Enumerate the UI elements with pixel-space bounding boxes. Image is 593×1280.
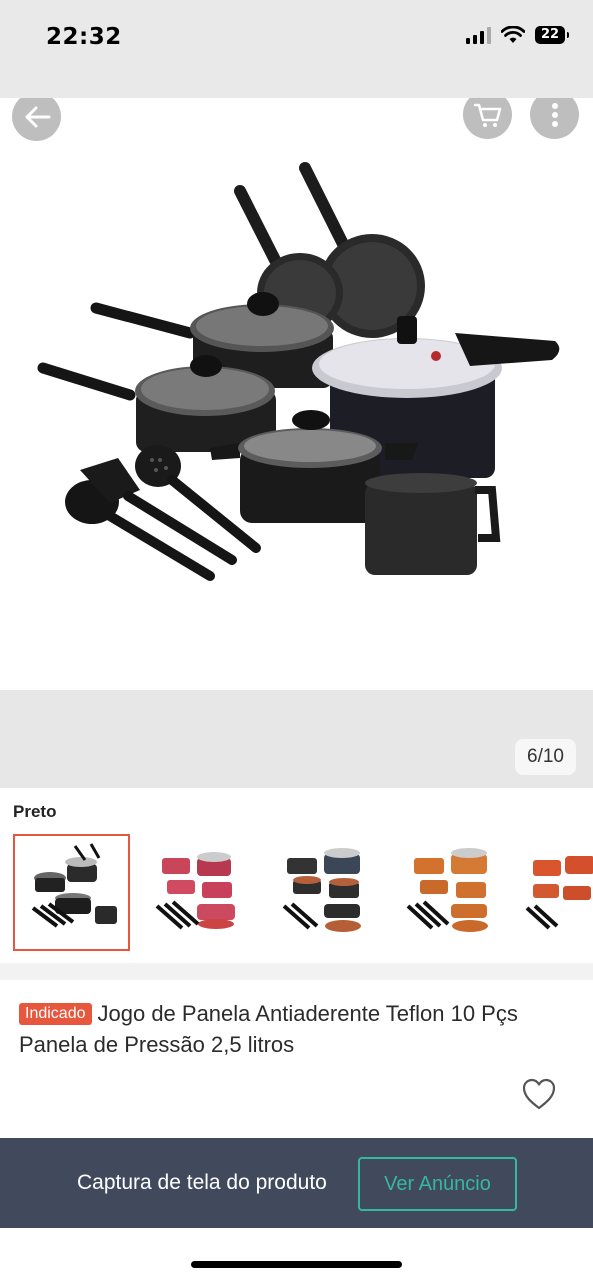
product-info: Indicado Jogo de Panela Antiaderente Tefl… xyxy=(0,980,593,1138)
favorite-button[interactable] xyxy=(521,1077,557,1111)
variant-thumbnails[interactable] xyxy=(13,834,593,951)
cart-icon xyxy=(473,103,501,127)
variant-image xyxy=(406,848,488,932)
battery-icon: 22 xyxy=(535,26,569,44)
image-page-counter: 6/10 xyxy=(515,739,576,775)
recommended-badge: Indicado xyxy=(19,1003,92,1025)
section-divider xyxy=(0,963,593,980)
back-arrow-icon xyxy=(25,106,50,127)
status-icons: 22 xyxy=(466,26,569,44)
heart-icon xyxy=(522,1078,556,1110)
home-indicator[interactable] xyxy=(191,1261,402,1268)
wifi-icon xyxy=(501,26,525,43)
milk-pot xyxy=(365,473,501,575)
status-bar: 22:32 22 xyxy=(0,0,593,98)
view-listing-button[interactable]: Ver Anúncio xyxy=(358,1157,517,1211)
home-area xyxy=(0,1228,593,1280)
variant-image xyxy=(31,843,117,928)
bottom-action-bar: Captura de tela do produto Ver Anúncio xyxy=(0,1138,593,1228)
signal-icon xyxy=(466,26,491,44)
variant-thumb-orange-red[interactable] xyxy=(521,834,593,951)
variant-selector: Preto xyxy=(0,788,593,963)
product-title: Jogo de Panela Antiaderente Teflon 10 Pç… xyxy=(19,1001,518,1057)
utensils xyxy=(65,445,261,581)
status-time: 22:32 xyxy=(46,24,122,50)
variant-thumb-black[interactable] xyxy=(13,834,130,951)
variant-label: Preto xyxy=(13,802,57,821)
variant-image xyxy=(155,852,235,930)
product-image-carousel[interactable] xyxy=(0,98,593,690)
screenshot-caption: Captura de tela do produto xyxy=(77,1171,327,1194)
product-title-block: Indicado Jogo de Panela Antiaderente Tefl… xyxy=(19,998,564,1060)
variant-image xyxy=(525,856,593,930)
variant-thumb-red[interactable] xyxy=(140,834,257,951)
product-image xyxy=(37,162,560,581)
image-footer-band xyxy=(0,690,593,788)
more-vertical-icon xyxy=(551,102,558,127)
variant-thumb-copper-black[interactable] xyxy=(267,834,384,951)
variant-image xyxy=(282,848,361,932)
variant-thumb-orange[interactable] xyxy=(394,834,511,951)
